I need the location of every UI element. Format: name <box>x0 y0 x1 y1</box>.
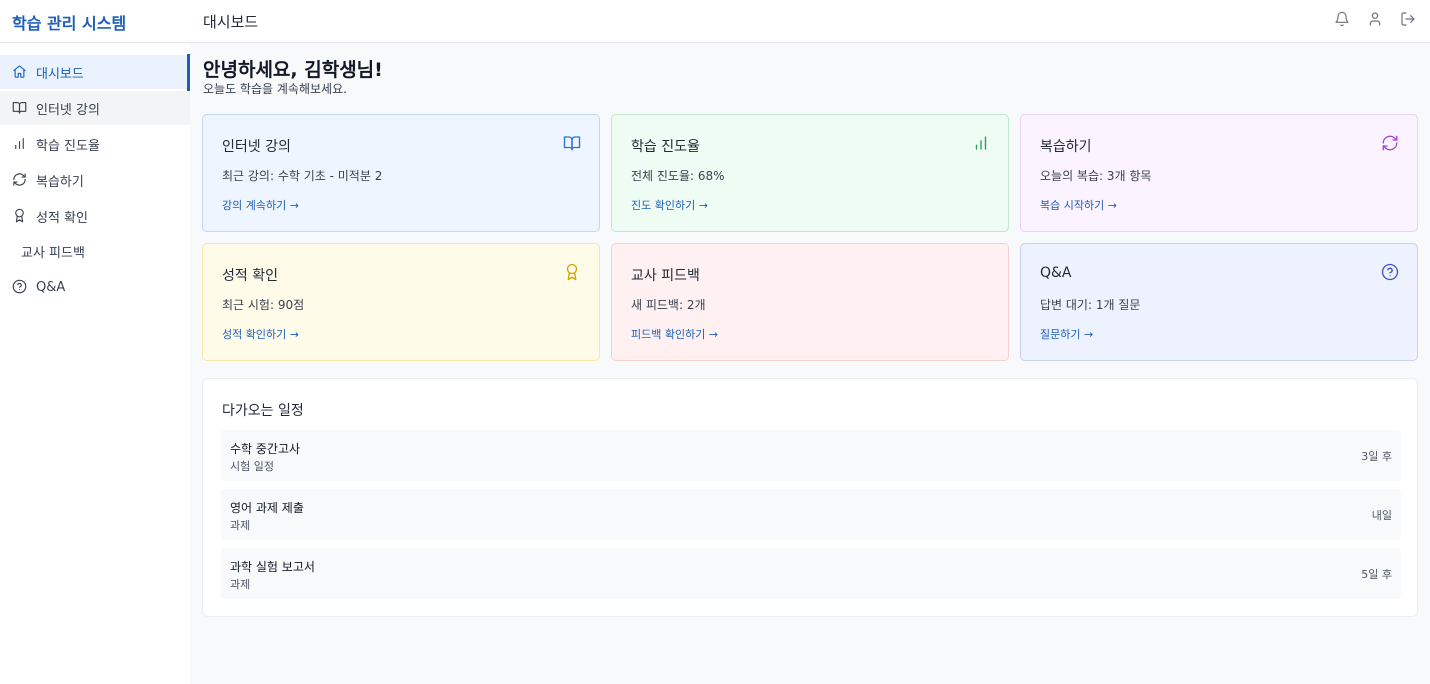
card-description: 오늘의 복습: 3개 항목 <box>1040 169 1152 183</box>
check-progress-link[interactable]: 진도 확인하기 → <box>631 197 708 213</box>
sidebar-item-label: 대시보드 <box>36 66 84 82</box>
card-title: 성적 확인 <box>222 268 278 284</box>
schedule-item-name: 영어 과제 제출 <box>230 501 304 515</box>
schedule-item-due: 내일 <box>1371 509 1392 522</box>
card-title: 인터넷 강의 <box>222 139 291 155</box>
card-title: Q&A <box>1040 265 1072 281</box>
sidebar-item-online-lectures[interactable]: 인터넷 강의 <box>0 91 190 125</box>
schedule-item[interactable]: 영어 과제 제출 과제 내일 <box>221 489 1401 540</box>
schedule-item-name: 수학 중간고사 <box>230 442 301 456</box>
card-progress[interactable]: 학습 진도율 전체 진도율: 68% 진도 확인하기 → <box>611 114 1009 232</box>
sidebar-item-teacher-feedback[interactable]: 교사 피드백 <box>0 234 190 268</box>
schedule-item-type: 과제 <box>230 578 251 591</box>
user-icon[interactable] <box>1367 11 1383 27</box>
continue-lecture-link[interactable]: 강의 계속하기 → <box>222 197 299 213</box>
card-teacher-feedback[interactable]: 교사 피드백 새 피드백: 2개 피드백 확인하기 → <box>611 243 1009 361</box>
sidebar-item-label: 성적 확인 <box>36 210 88 226</box>
schedule-item-due: 3일 후 <box>1361 450 1392 463</box>
sidebar-item-dashboard[interactable]: 대시보드 <box>0 55 190 89</box>
sidebar-item-label: 학습 진도율 <box>36 138 100 154</box>
sidebar-item-review[interactable]: 복습하기 <box>0 163 190 197</box>
schedule-item-type: 과제 <box>230 519 251 532</box>
sidebar-item-grades[interactable]: 성적 확인 <box>0 199 190 233</box>
home-icon <box>12 64 28 80</box>
schedule-item-type: 시험 일정 <box>230 460 274 473</box>
bar-chart-icon <box>12 136 28 152</box>
sidebar-item-progress[interactable]: 학습 진도율 <box>0 127 190 161</box>
help-circle-icon <box>12 279 28 295</box>
page-title: 대시보드 <box>203 13 259 31</box>
sidebar-item-label: 교사 피드백 <box>21 245 85 261</box>
ask-question-link[interactable]: 질문하기 → <box>1040 326 1093 342</box>
sidebar-item-label: 인터넷 강의 <box>36 102 100 118</box>
bell-icon[interactable] <box>1334 11 1350 27</box>
top-bar: 학습 관리 시스템 대시보드 <box>0 0 1430 43</box>
schedule-item-due: 5일 후 <box>1361 568 1392 581</box>
award-icon <box>563 263 581 281</box>
card-description: 전체 진도율: 68% <box>631 169 725 183</box>
app-brand[interactable]: 학습 관리 시스템 <box>12 10 126 34</box>
card-qna[interactable]: Q&A 답변 대기: 1개 질문 질문하기 → <box>1020 243 1418 361</box>
award-icon <box>12 208 28 224</box>
schedule-item[interactable]: 과학 실험 보고서 과제 5일 후 <box>221 548 1401 599</box>
card-description: 최근 시험: 90점 <box>222 298 305 312</box>
book-icon <box>12 100 28 116</box>
card-online-lectures[interactable]: 인터넷 강의 최근 강의: 수학 기초 - 미적분 2 강의 계속하기 → <box>202 114 600 232</box>
card-title: 복습하기 <box>1040 139 1092 155</box>
bar-chart-icon <box>972 134 990 152</box>
check-grades-link[interactable]: 성적 확인하기 → <box>222 326 299 342</box>
start-review-link[interactable]: 복습 시작하기 → <box>1040 197 1117 213</box>
sidebar: 대시보드 인터넷 강의 학습 진도율 복습하기 성적 확인 교사 피드백 Q&A <box>0 44 190 684</box>
header-actions <box>1334 11 1416 27</box>
card-title: 학습 진도율 <box>631 139 700 155</box>
card-grades[interactable]: 성적 확인 최근 시험: 90점 성적 확인하기 → <box>202 243 600 361</box>
schedule-item-name: 과학 실험 보고서 <box>230 560 315 574</box>
card-description: 답변 대기: 1개 질문 <box>1040 298 1141 312</box>
upcoming-schedule-panel: 다가오는 일정 수학 중간고사 시험 일정 3일 후 영어 과제 제출 과제 내… <box>202 378 1418 617</box>
card-description: 최근 강의: 수학 기초 - 미적분 2 <box>222 169 383 183</box>
card-review[interactable]: 복습하기 오늘의 복습: 3개 항목 복습 시작하기 → <box>1020 114 1418 232</box>
sidebar-item-qna[interactable]: Q&A <box>0 270 190 304</box>
greeting-title: 안녕하세요, 김학생님! <box>203 59 383 81</box>
greeting-subtitle: 오늘도 학습을 계속해보세요. <box>203 82 347 96</box>
check-feedback-link[interactable]: 피드백 확인하기 → <box>631 326 718 342</box>
active-indicator <box>187 54 190 91</box>
help-circle-icon <box>1381 263 1399 281</box>
card-title: 교사 피드백 <box>631 268 700 284</box>
book-icon <box>563 134 581 152</box>
refresh-icon <box>12 172 28 188</box>
logout-icon[interactable] <box>1400 11 1416 27</box>
refresh-icon <box>1381 134 1399 152</box>
card-description: 새 피드백: 2개 <box>631 298 706 312</box>
sidebar-item-label: Q&A <box>36 279 66 295</box>
sidebar-item-label: 복습하기 <box>36 174 84 190</box>
section-title: 다가오는 일정 <box>222 403 304 419</box>
schedule-item[interactable]: 수학 중간고사 시험 일정 3일 후 <box>221 430 1401 481</box>
